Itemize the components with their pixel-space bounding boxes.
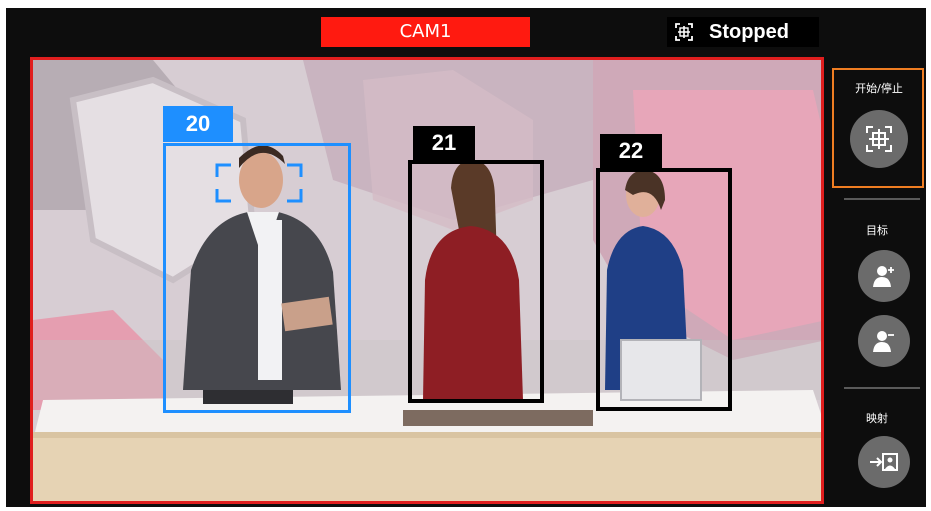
camera-name-label: CAM1 (321, 17, 530, 47)
face-focus-marker (215, 163, 303, 203)
tracking-status-text: Stopped (709, 21, 789, 43)
tracking-crosshair-icon (866, 126, 892, 152)
track-id-label-20: 20 (163, 106, 233, 142)
map-to-screen-icon (870, 453, 898, 471)
tracking-crosshair-icon (675, 23, 693, 41)
track-id-label-21: 21 (413, 126, 475, 160)
panel-divider (844, 387, 920, 389)
control-panel: 开始/停止 目标 映射 (832, 60, 926, 507)
tracking-status-badge: Stopped (667, 17, 819, 47)
add-person-icon (873, 266, 894, 287)
mapping-label: 映射 (866, 412, 888, 425)
start-stop-group: 开始/停止 (832, 68, 924, 188)
video-feed[interactable]: 20 21 22 (30, 57, 824, 504)
tracking-box-21[interactable] (408, 160, 544, 403)
remove-target-button[interactable] (858, 315, 910, 367)
camera-view-panel: CAM1 Stopped 20 21 22 开始/停止 目标 映射 (6, 8, 926, 507)
tracking-box-22[interactable] (596, 168, 732, 411)
track-id-label-22: 22 (600, 134, 662, 168)
panel-divider (844, 198, 920, 200)
mapping-button[interactable] (858, 436, 910, 488)
remove-person-icon (873, 331, 894, 352)
target-label: 目标 (866, 224, 888, 237)
start-stop-label: 开始/停止 (855, 82, 903, 95)
add-target-button[interactable] (858, 250, 910, 302)
start-stop-button[interactable] (850, 110, 908, 168)
app-window: CAM1 Stopped 20 21 22 开始/停止 目标 映射 (0, 0, 931, 511)
